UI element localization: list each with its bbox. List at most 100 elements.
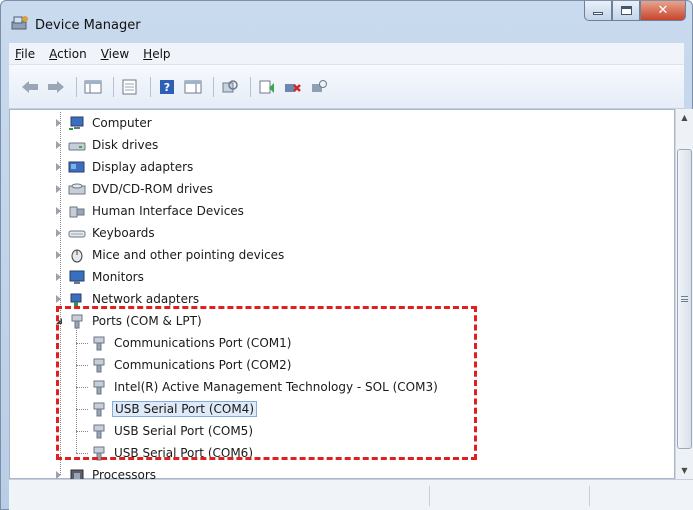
tree-connector-line bbox=[76, 453, 88, 454]
tree-category-label: Keyboards bbox=[92, 226, 155, 240]
title-bar[interactable]: Device Manager ✕ bbox=[1, 1, 692, 43]
tree-category-label: Computer bbox=[92, 116, 152, 130]
toolbar-separator bbox=[250, 76, 251, 97]
maximize-button[interactable] bbox=[612, 1, 640, 21]
disable-device-button[interactable] bbox=[308, 76, 330, 98]
tree-connector-line bbox=[76, 387, 88, 388]
tree-category-label: Human Interface Devices bbox=[92, 204, 244, 218]
update-driver-button[interactable] bbox=[256, 76, 278, 98]
port-icon bbox=[90, 335, 108, 351]
disk-drive-icon bbox=[68, 137, 86, 153]
toolbar-separator bbox=[76, 76, 77, 97]
tree-category[interactable]: Network adapters bbox=[56, 289, 201, 309]
device-manager-window: Device Manager ✕ File Action View Help ? bbox=[0, 0, 693, 510]
tree-device-label: Communications Port (COM2) bbox=[114, 358, 292, 372]
toolbar: ? bbox=[9, 65, 684, 109]
tree-category-label: Monitors bbox=[92, 270, 144, 284]
minimize-icon bbox=[593, 12, 603, 15]
back-arrow-icon bbox=[22, 80, 38, 93]
tree-device-label: Intel(R) Active Management Technology - … bbox=[114, 380, 438, 394]
tree-category[interactable]: Mice and other pointing devices bbox=[56, 245, 286, 265]
tree-category[interactable]: Display adapters bbox=[56, 157, 195, 177]
show-hide-console-tree-icon bbox=[84, 80, 102, 93]
console-tree-button[interactable] bbox=[82, 76, 104, 98]
close-button[interactable]: ✕ bbox=[640, 1, 686, 21]
menu-view[interactable]: View bbox=[101, 47, 129, 61]
back-button[interactable] bbox=[19, 76, 41, 98]
device-tree-pane: Computer Disk drives Display adapters DVD/C… bbox=[9, 109, 675, 483]
computer-icon bbox=[68, 115, 86, 131]
menu-accelerator: V bbox=[100, 46, 109, 61]
display-adapter-icon bbox=[68, 159, 86, 175]
tree-child-connector-line bbox=[76, 327, 77, 453]
window-title: Device Manager bbox=[35, 18, 141, 33]
tree-category-label: Disk drives bbox=[92, 138, 159, 152]
tree-device-label: Communications Port (COM1) bbox=[114, 336, 292, 350]
port-icon bbox=[90, 445, 108, 461]
dvd-drive-icon bbox=[68, 181, 86, 197]
toolbar-separator bbox=[150, 76, 151, 97]
tree-device-item[interactable]: Communications Port (COM2) bbox=[76, 355, 293, 375]
tree-category[interactable]: Ports (COM & LPT) bbox=[56, 311, 204, 331]
network-adapter-icon bbox=[68, 291, 86, 307]
minimize-button[interactable] bbox=[584, 1, 612, 21]
tree-category[interactable]: Human Interface Devices bbox=[56, 201, 246, 221]
tree-device-label: USB Serial Port (COM4) bbox=[112, 401, 257, 417]
forward-button[interactable] bbox=[45, 76, 67, 98]
tree-device-item[interactable]: USB Serial Port (COM5) bbox=[76, 421, 255, 441]
uninstall-device-icon bbox=[285, 83, 301, 92]
tree-category[interactable]: Keyboards bbox=[56, 223, 157, 243]
tree-root-connector-line bbox=[60, 112, 61, 475]
status-bar-divider bbox=[429, 486, 430, 506]
scan-hardware-button[interactable] bbox=[219, 76, 241, 98]
tree-category[interactable]: Disk drives bbox=[56, 135, 160, 155]
menu-file[interactable]: File bbox=[15, 47, 35, 61]
menu-accelerator: H bbox=[143, 46, 153, 61]
action-pane-icon bbox=[184, 80, 202, 93]
properties-icon bbox=[122, 79, 137, 94]
scroll-up-button[interactable]: ▲ bbox=[676, 109, 693, 126]
device-manager-icon bbox=[11, 15, 29, 31]
tree-connector-line bbox=[76, 409, 88, 410]
tree-connector-line bbox=[76, 431, 88, 432]
port-icon bbox=[90, 401, 108, 417]
tree-category[interactable]: Computer bbox=[56, 113, 154, 133]
help-button[interactable]: ? bbox=[156, 76, 178, 98]
properties-button[interactable] bbox=[119, 76, 141, 98]
uninstall-device-button[interactable] bbox=[282, 76, 304, 98]
action-pane-button[interactable] bbox=[182, 76, 204, 98]
tree-device-label: USB Serial Port (COM5) bbox=[114, 424, 253, 438]
tree-device-item[interactable]: Communications Port (COM1) bbox=[76, 333, 293, 353]
tree-category-label: Network adapters bbox=[92, 292, 200, 306]
tree-category-label: Mice and other pointing devices bbox=[92, 248, 285, 262]
menu-label: elp bbox=[152, 46, 171, 61]
hid-icon bbox=[68, 203, 86, 219]
tree-device-item[interactable]: USB Serial Port (COM4) bbox=[76, 399, 257, 419]
tree-device-item[interactable]: USB Serial Port (COM6) bbox=[76, 443, 255, 463]
tree-category[interactable]: Monitors bbox=[56, 267, 146, 287]
scroll-down-button[interactable]: ▼ bbox=[676, 462, 693, 479]
menu-action[interactable]: Action bbox=[49, 47, 87, 61]
status-bar-divider bbox=[589, 486, 590, 506]
menu-label: ction bbox=[57, 46, 87, 61]
svg-text:?: ? bbox=[164, 81, 170, 94]
tree-category-label: Ports (COM & LPT) bbox=[92, 314, 202, 328]
menu-accelerator: A bbox=[49, 46, 58, 61]
expanded-arrow-icon[interactable] bbox=[56, 318, 62, 324]
scrollbar-thumb[interactable] bbox=[677, 149, 692, 449]
port-icon bbox=[90, 423, 108, 439]
menu-label: iew bbox=[108, 46, 130, 61]
tree-device-item[interactable]: Intel(R) Active Management Technology - … bbox=[76, 377, 440, 397]
vertical-scrollbar[interactable]: ▲ ▼ bbox=[675, 109, 693, 479]
device-tree: Computer Disk drives Display adapters DVD/C… bbox=[10, 110, 674, 483]
scan-hardware-icon bbox=[222, 79, 238, 92]
keyboard-icon bbox=[68, 225, 86, 241]
port-icon bbox=[68, 313, 86, 329]
tree-category[interactable]: DVD/CD-ROM drives bbox=[56, 179, 215, 199]
tree-device-label: USB Serial Port (COM6) bbox=[114, 446, 253, 460]
status-bar bbox=[9, 479, 693, 510]
menu-help[interactable]: Help bbox=[143, 47, 170, 61]
port-icon bbox=[90, 379, 108, 395]
tree-category-label: Display adapters bbox=[92, 160, 194, 174]
monitor-icon bbox=[68, 269, 86, 285]
